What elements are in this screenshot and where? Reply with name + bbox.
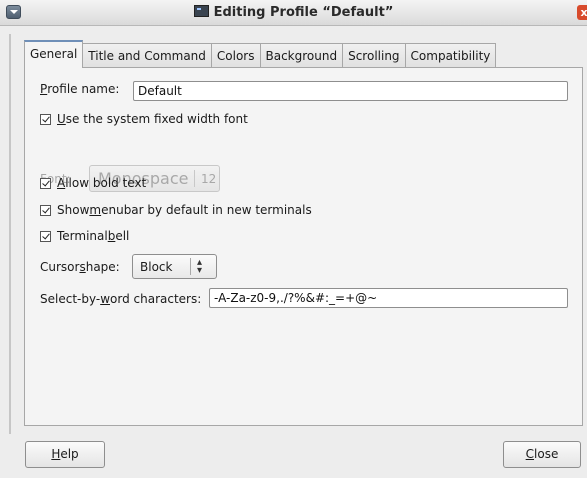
tab-general[interactable]: General	[24, 40, 84, 68]
menubar-label: enubar by default in new terminals	[101, 203, 312, 217]
bell-row[interactable]: Terminal b ell	[40, 229, 129, 243]
tab-compatibility[interactable]: Compatibility	[405, 43, 497, 68]
word-label: ord characters:	[110, 292, 202, 306]
tab-scrolling[interactable]: Scrolling	[343, 43, 406, 68]
close-icon[interactable]: x	[577, 5, 587, 20]
bell-label-pre: Terminal	[57, 229, 108, 243]
title-bar: Editing Profile “Default” x	[0, 0, 587, 26]
cursor-shape-combo[interactable]: Block ▴ ▾	[132, 254, 217, 279]
tab-background[interactable]: Background	[260, 43, 344, 68]
menubar-row[interactable]: Show m enubar by default in new terminals	[40, 203, 312, 217]
left-edge	[9, 34, 11, 434]
close-mnemonic: C	[525, 447, 535, 461]
word-chars-label: Select-by-w ord characters:	[40, 292, 201, 306]
allow-bold-label: llow bold text	[65, 176, 147, 190]
font-separator	[194, 170, 195, 187]
system-font-mnemonic: U	[57, 112, 66, 126]
bell-label: ell	[115, 229, 130, 243]
window-title-text: Editing Profile “Default”	[213, 5, 394, 20]
tab-title-and-command[interactable]: Title and Command	[83, 43, 212, 68]
tab-bar: General Title and Command Colors Backgro…	[24, 40, 497, 68]
profile-name-label: Profile name:	[40, 82, 119, 96]
cursor-label-pre: Cursor	[40, 260, 80, 274]
close-label: lose	[534, 447, 559, 461]
menubar-label-pre: Show	[57, 203, 90, 217]
system-font-checkbox[interactable]	[40, 113, 51, 125]
cursor-shape-value: Block	[140, 259, 173, 274]
word-mnemonic: w	[100, 292, 111, 306]
bell-checkbox[interactable]	[40, 230, 51, 242]
bell-mnemonic: b	[107, 229, 116, 243]
updown-arrows-icon: ▴ ▾	[197, 256, 203, 276]
profile-name-field[interactable]: Default	[133, 81, 568, 101]
allow-bold-checkbox[interactable]	[40, 177, 51, 189]
profile-name-label-mnemonic: P	[40, 82, 48, 96]
font-size: 12	[201, 171, 217, 186]
tab-colors[interactable]: Colors	[211, 43, 261, 68]
word-label-pre: Select-by-	[40, 292, 101, 306]
help-mnemonic: H	[51, 447, 61, 461]
word-chars-field[interactable]: -A-Za-z0-9,./?%&#:_=+@~	[209, 288, 568, 308]
menubar-checkbox[interactable]	[40, 204, 51, 216]
menubar-mnemonic: m	[89, 203, 102, 217]
terminal-icon	[193, 5, 209, 17]
cursor-shape-label: Cursor s hape:	[40, 260, 120, 274]
system-font-label: se the system fixed width font	[65, 112, 248, 126]
help-button[interactable]: Help	[25, 441, 105, 468]
combo-separator	[190, 258, 191, 275]
profile-name-label-text: rofile name:	[47, 82, 120, 96]
window-title: Editing Profile “Default”	[0, 5, 587, 20]
cursor-label: hape:	[85, 260, 120, 274]
close-button[interactable]: Close	[503, 441, 581, 468]
help-label: elp	[60, 447, 79, 461]
allow-bold-row[interactable]: Allow bold text	[40, 176, 146, 190]
allow-bold-mnemonic: A	[57, 176, 66, 190]
system-font-checkbox-row[interactable]: Use the system fixed width font	[40, 112, 248, 126]
